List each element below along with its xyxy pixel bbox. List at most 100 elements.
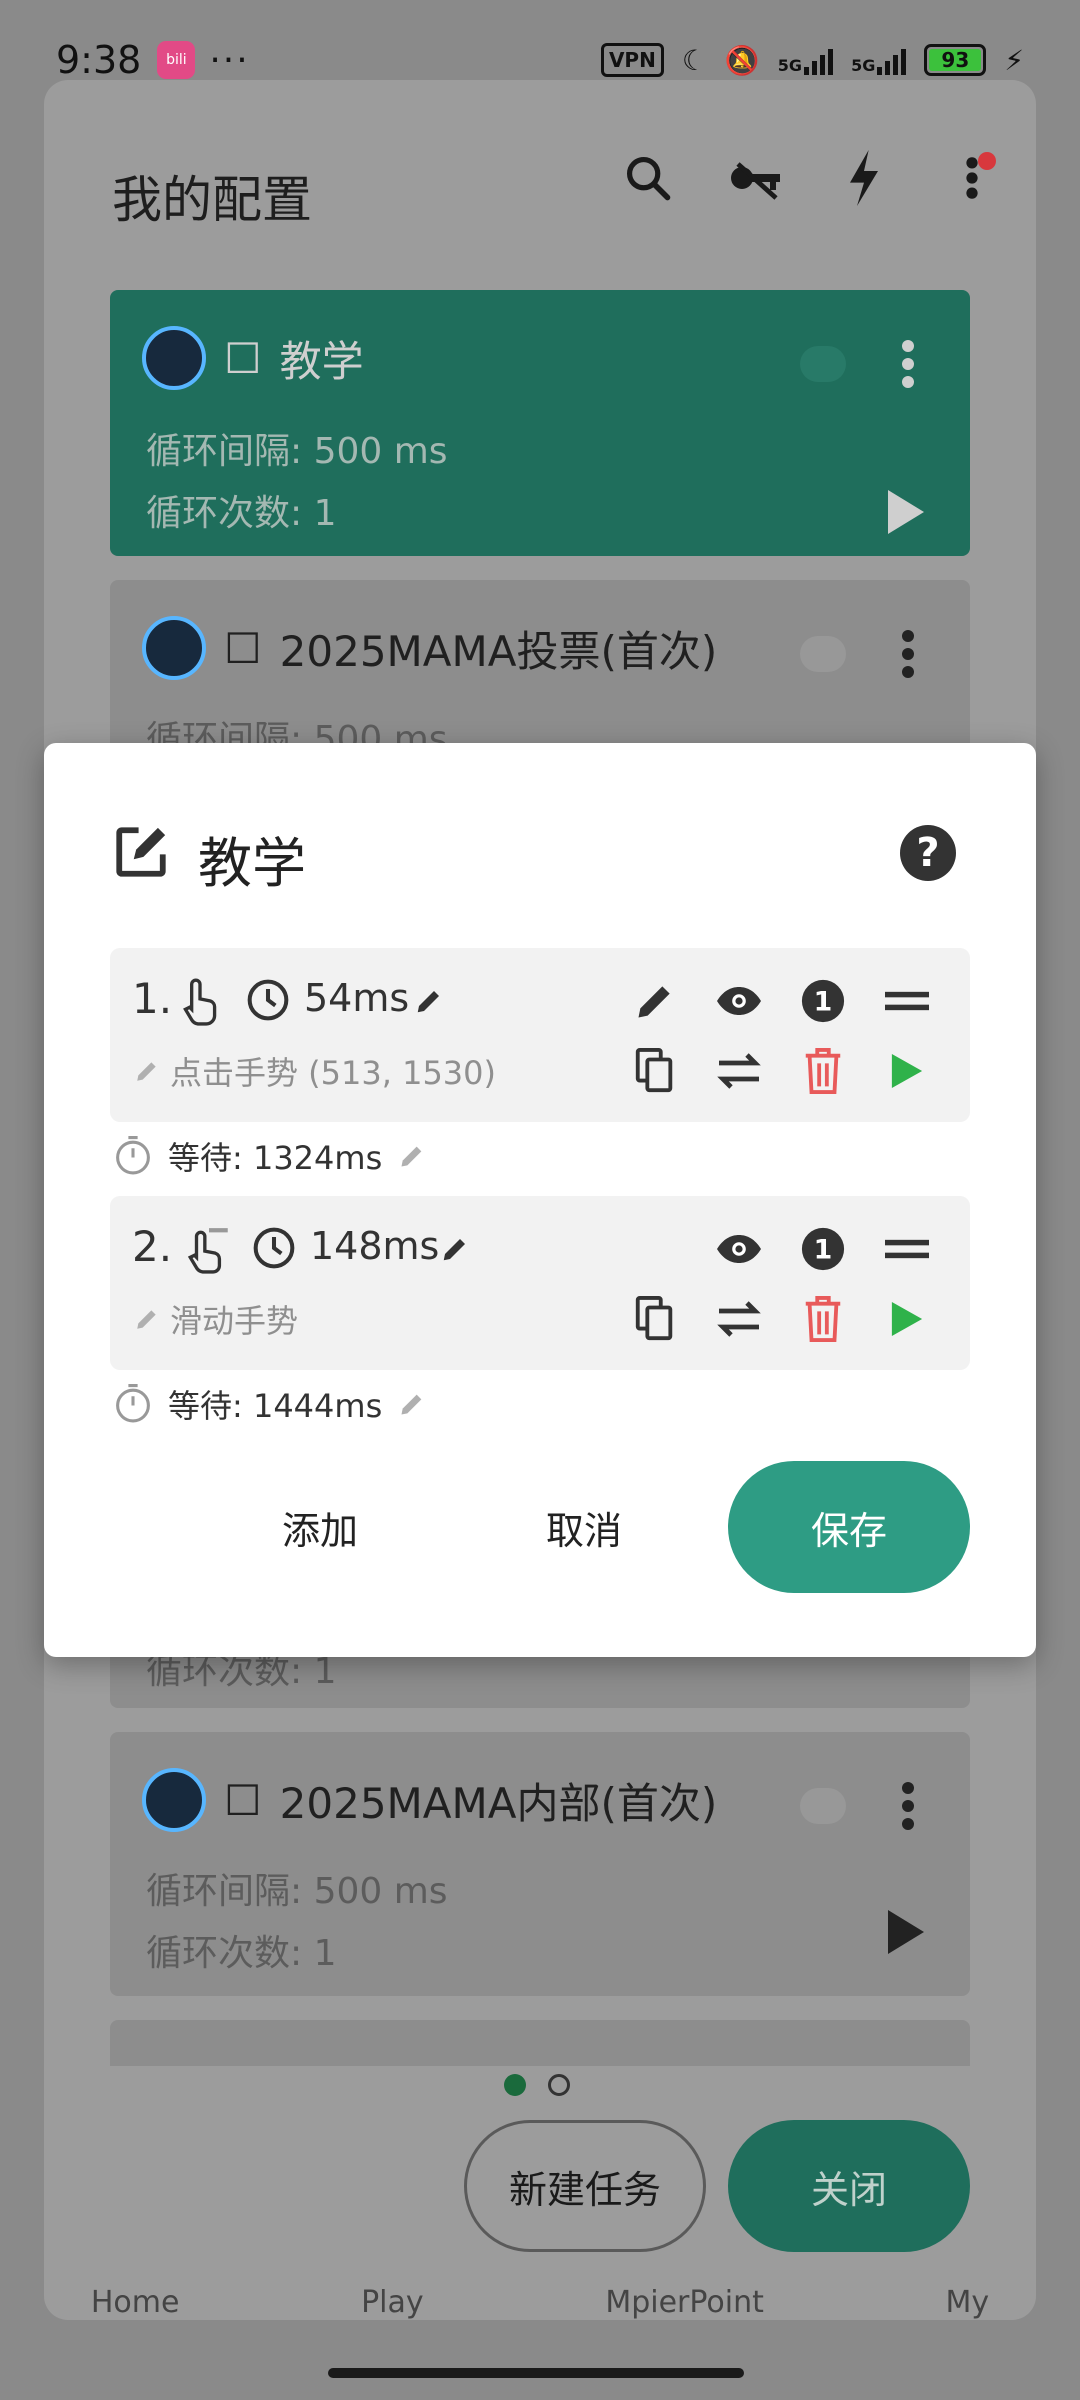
app-notification-icon: bili [157,41,196,79]
action-duration[interactable]: 54ms [304,976,409,1020]
action-desc-text: 滑动手势 [170,1302,299,1340]
action-row[interactable]: 1. 54ms 点击手势 (513, 1530) 1 [110,948,970,1122]
edit-duration-icon[interactable] [414,986,444,1020]
wait-row[interactable]: 等待: 1444ms [114,1381,426,1427]
delete-icon[interactable] [798,1046,848,1096]
repeat-count-icon[interactable]: 1 [798,976,848,1026]
action-duration[interactable]: 148ms [310,1224,439,1268]
loop-count[interactable]: 循环次数: 1 [146,1924,336,1976]
play-icon[interactable] [888,1910,924,1954]
play-icon[interactable] [888,490,924,534]
eye-icon[interactable] [714,1224,764,1274]
config-name: 2025MAMA内部(首次) [279,1778,718,1828]
wechat-icon [800,636,846,672]
config-name: 教学 [279,336,364,386]
swipe-gesture-icon [184,1224,234,1278]
moon-icon: ☾ [681,43,707,77]
clock-icon [246,978,290,1026]
action-desc-text: 点击手势 (513, 1530) [170,1054,497,1092]
card-more-icon[interactable] [902,1782,914,1830]
loop-interval[interactable]: 循环间隔: 500 ms [146,422,448,474]
config-card[interactable] [110,2020,970,2066]
nav-play[interactable]: Play [361,2285,424,2320]
close-button[interactable]: 关闭 [728,2120,970,2252]
play-icon[interactable] [882,1046,932,1096]
copy-icon[interactable] [630,1046,680,1096]
charging-icon: ⚡ [1004,43,1024,77]
tap-gesture-icon [178,976,222,1030]
battery-level: 93 [929,49,982,71]
edit-wait-icon[interactable] [398,1142,426,1170]
config-name: 2025MAMA投票(首次) [279,626,718,676]
page-title: 我的配置 [112,171,312,229]
loop-count[interactable]: 循环次数: 1 [146,484,336,536]
more-vert-icon[interactable] [944,150,1000,206]
nav-home[interactable]: Home [91,2285,180,2320]
timer-icon [116,1384,150,1423]
eye-icon[interactable] [714,976,764,1026]
notification-dot [978,152,996,170]
more-notifications-icon: ··· [209,39,250,81]
pencil-icon [137,1062,156,1081]
toolbar [620,150,1000,206]
clock-time: 9:38 [56,38,142,82]
action-row[interactable]: 2. 148ms 滑动手势 1 [110,1196,970,1370]
swap-icon[interactable] [714,1294,764,1344]
repeat-count-icon[interactable]: 1 [798,1224,848,1274]
edit-duration-icon[interactable] [440,1234,470,1268]
edit-icon[interactable] [630,976,680,1026]
svg-text:1: 1 [814,1235,833,1266]
card-more-icon[interactable] [902,340,914,388]
timer-icon [116,1136,150,1175]
page-indicator [504,2074,570,2096]
avatar [142,1768,206,1832]
delete-icon[interactable] [798,1294,848,1344]
pencil-icon [137,1310,156,1329]
action-description[interactable]: 滑动手势 [134,1296,298,1342]
action-index: 2. [132,1222,173,1271]
add-button[interactable]: 添加 [220,1461,420,1593]
dialog-header: 教学 [112,819,306,898]
edit-dialog: 教学 ? 1. 54ms 点击手势 (513, 1530) 1 等待: 1324… [44,743,1036,1657]
home-indicator[interactable] [328,2368,744,2378]
help-icon[interactable]: ? [900,825,956,881]
wait-duration: 等待: 1444ms [168,1387,383,1425]
swap-icon[interactable] [714,1046,764,1096]
wait-duration: 等待: 1324ms [168,1139,383,1177]
edit-wait-icon[interactable] [398,1390,426,1418]
avatar [142,616,206,680]
copy-icon[interactable] [630,1294,680,1344]
wechat-icon [800,346,846,382]
wait-row[interactable]: 等待: 1324ms [114,1133,426,1179]
nav-my[interactable]: My [946,2285,990,2320]
signal-2-icon: 5G [851,45,907,75]
nav-point[interactable]: MpierPoint [605,2285,764,2320]
edit-icon [112,823,170,894]
signal-1-icon: 5G [778,45,834,75]
svg-text:1: 1 [814,987,833,1018]
vpn-icon: VPN [600,43,664,77]
battery-icon: 93 [924,44,987,76]
config-card[interactable]: ☐ 2025MAMA内部(首次) 循环间隔: 500 ms 循环次数: 1 [110,1732,970,1996]
drag-handle-icon[interactable] [882,976,932,1026]
edit-icon[interactable]: ☐ [224,334,262,383]
play-icon[interactable] [882,1294,932,1344]
edit-icon[interactable]: ☐ [224,624,262,673]
search-icon[interactable] [620,150,676,206]
drag-handle-icon[interactable] [882,1224,932,1274]
loop-interval[interactable]: 循环间隔: 500 ms [146,1862,448,1914]
edit-icon[interactable]: ☐ [224,1776,262,1825]
new-task-button[interactable]: 新建任务 [464,2120,706,2252]
action-index: 1. [132,974,173,1023]
save-button[interactable]: 保存 [728,1461,970,1593]
key-icon[interactable] [728,150,784,206]
config-card[interactable]: ☐ 教学 循环间隔: 500 ms 循环次数: 1 [110,290,970,556]
avatar [142,326,206,390]
cancel-button[interactable]: 取消 [484,1461,684,1593]
card-more-icon[interactable] [902,630,914,678]
wechat-icon [800,1788,846,1824]
mute-icon: 🔕 [724,43,760,77]
action-description[interactable]: 点击手势 (513, 1530) [134,1048,496,1094]
bolt-icon[interactable] [836,150,892,206]
dialog-title: 教学 [198,832,306,895]
